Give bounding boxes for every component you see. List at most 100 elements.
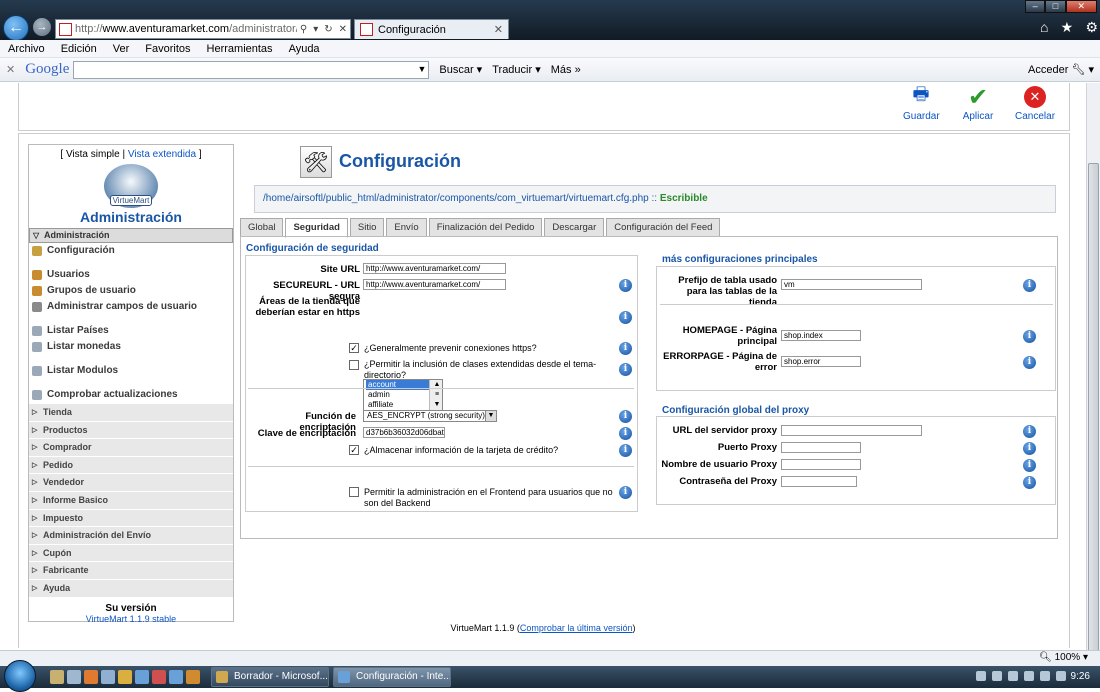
sidebar-item[interactable]: Comprobar actualizaciones <box>29 387 233 403</box>
network-icon[interactable] <box>1024 671 1034 681</box>
app-icon[interactable] <box>186 670 200 684</box>
chevron-down-icon[interactable]: ▼ <box>417 64 426 74</box>
secure-url-input[interactable]: http://www.aventuramarket.com/ <box>363 279 506 290</box>
extended-view-link[interactable]: Vista extendida <box>128 149 196 160</box>
back-button[interactable]: ← <box>3 15 29 41</box>
tray-icon[interactable] <box>1056 671 1066 681</box>
media-icon[interactable] <box>152 670 166 684</box>
browser-tab[interactable]: Configuración ✕ <box>354 19 509 39</box>
info-icon[interactable]: i <box>619 311 632 324</box>
stop-icon[interactable]: ✕ <box>336 24 350 35</box>
store-cc-checkbox[interactable]: ✓ <box>349 445 359 455</box>
sidebar-section-admin[interactable]: Administración <box>29 228 233 243</box>
encrypt-key-input[interactable]: d37b6b36032d06dbat <box>363 427 445 438</box>
maximize-button[interactable]: □ <box>1045 0 1066 13</box>
sidebar-item[interactable]: Listar Modulos <box>29 363 233 379</box>
info-icon[interactable]: i <box>619 363 632 376</box>
proxy-server-input[interactable] <box>781 425 922 436</box>
info-icon[interactable]: i <box>1023 425 1036 438</box>
info-icon[interactable]: i <box>1023 476 1036 489</box>
info-icon[interactable]: i <box>1023 442 1036 455</box>
window-close-button[interactable]: ✕ <box>1065 0 1097 13</box>
volume-icon[interactable] <box>1040 671 1050 681</box>
tab-feed[interactable]: Configuración del Feed <box>606 218 721 237</box>
ie-icon[interactable] <box>169 670 183 684</box>
firefox-icon[interactable] <box>84 670 98 684</box>
sidebar-item[interactable]: Administrar campos de usuario <box>29 299 233 315</box>
save-button[interactable]: 🖶︎ Guardar <box>903 84 940 122</box>
sidebar-item[interactable]: Usuarios <box>29 267 233 283</box>
sidebar-accordion-item[interactable]: Cupón <box>29 543 233 562</box>
check-latest-version-link[interactable]: Comprobar la última versión <box>520 623 633 633</box>
menu-edicion[interactable]: Edición <box>53 43 105 55</box>
minimize-button[interactable]: – <box>1025 0 1046 13</box>
prevent-https-checkbox[interactable]: ✓ <box>349 343 359 353</box>
listbox-option[interactable]: affiliate <box>366 400 432 410</box>
translate-button[interactable]: Traducir ▾ <box>492 63 541 76</box>
info-icon[interactable]: i <box>619 486 632 499</box>
zoom-control[interactable]: 🔍︎ 100% ▾ <box>1039 652 1088 663</box>
sidebar-accordion-item[interactable]: Pedido <box>29 455 233 474</box>
tray-icon[interactable] <box>976 671 986 681</box>
signin-button[interactable]: Acceder 🔧︎ ▾ <box>1028 63 1094 76</box>
extended-classes-checkbox[interactable] <box>349 360 359 370</box>
more-button[interactable]: Más » <box>551 64 581 76</box>
sidebar-accordion-item[interactable]: Impuesto <box>29 508 233 527</box>
tray-icon[interactable] <box>992 671 1002 681</box>
favorites-star-icon[interactable]: ★ <box>1061 19 1074 37</box>
info-icon[interactable]: i <box>1023 330 1036 343</box>
forward-button[interactable]: → <box>33 18 51 36</box>
tools-gear-icon[interactable]: ⚙ <box>1085 19 1098 37</box>
tab-envio[interactable]: Envío <box>386 218 427 237</box>
sidebar-item[interactable]: Grupos de usuario <box>29 283 233 299</box>
menu-ver[interactable]: Ver <box>105 43 138 55</box>
sidebar-accordion-item[interactable]: Informe Basico <box>29 490 233 509</box>
sidebar-accordion-item[interactable]: Ayuda <box>29 578 233 597</box>
homepage-input[interactable]: shop.index <box>781 330 861 341</box>
listbox-option[interactable]: admin <box>366 390 432 400</box>
proxy-user-input[interactable] <box>781 459 861 470</box>
start-button[interactable] <box>4 660 36 692</box>
chevron-down-icon[interactable]: ▼ <box>485 411 496 421</box>
address-bar[interactable]: http://www.aventuramarket.com/administra… <box>55 19 351 39</box>
menu-ayuda[interactable]: Ayuda <box>281 43 328 55</box>
sidebar-accordion-item[interactable]: Administración del Envío <box>29 526 233 544</box>
info-icon[interactable]: i <box>619 427 632 440</box>
info-icon[interactable]: i <box>619 342 632 355</box>
proxy-password-input[interactable] <box>781 476 857 487</box>
close-toolbar-icon[interactable]: ✕ <box>6 63 15 76</box>
sidebar-accordion-item[interactable]: Comprador <box>29 438 233 456</box>
page-scrollbar[interactable] <box>1086 83 1100 683</box>
tab-seguridad[interactable]: Seguridad <box>285 218 348 238</box>
address-url[interactable]: http://www.aventuramarket.com/administra… <box>75 23 297 35</box>
sidebar-item[interactable]: Listar Países <box>29 323 233 339</box>
tab-global[interactable]: Global <box>240 218 284 237</box>
scrollbar-thumb[interactable] <box>1088 163 1099 683</box>
errorpage-input[interactable]: shop.error <box>781 356 861 367</box>
google-search-button[interactable]: Buscar ▾ <box>439 63 482 76</box>
search-icon[interactable]: ⚲ <box>297 24 310 35</box>
folder-icon[interactable] <box>118 670 132 684</box>
info-icon[interactable]: i <box>619 279 632 292</box>
google-search-input[interactable]: ▼ <box>73 60 430 79</box>
proxy-port-input[interactable] <box>781 442 861 453</box>
table-prefix-input[interactable]: vm <box>781 279 922 290</box>
encrypt-function-select[interactable]: AES_ENCRYPT (strong security) ▼ <box>363 410 497 422</box>
tab-finalizacion[interactable]: Finalización del Pedido <box>428 218 543 237</box>
info-icon[interactable]: i <box>1023 279 1036 292</box>
explorer-icon[interactable] <box>101 670 115 684</box>
menu-herramientas[interactable]: Herramientas <box>199 43 281 55</box>
refresh-icon[interactable]: ↻ <box>321 24 335 35</box>
home-icon[interactable]: ⌂ <box>1040 19 1048 37</box>
info-icon[interactable]: i <box>1023 459 1036 472</box>
sidebar-accordion-item[interactable]: Fabricante <box>29 561 233 579</box>
apply-button[interactable]: ✔ Aplicar <box>960 84 996 123</box>
sidebar-item[interactable]: Listar monedas <box>29 339 233 355</box>
tab-close-icon[interactable]: ✕ <box>494 23 508 36</box>
menu-favoritos[interactable]: Favoritos <box>137 43 198 55</box>
task-ie[interactable]: Configuración - Inte... <box>333 667 451 687</box>
switch-windows-icon[interactable] <box>67 670 81 684</box>
tab-descargar[interactable]: Descargar <box>544 218 605 237</box>
menu-archivo[interactable]: Archivo <box>0 43 53 55</box>
cancel-button[interactable]: ✕ Cancelar <box>1015 85 1055 122</box>
